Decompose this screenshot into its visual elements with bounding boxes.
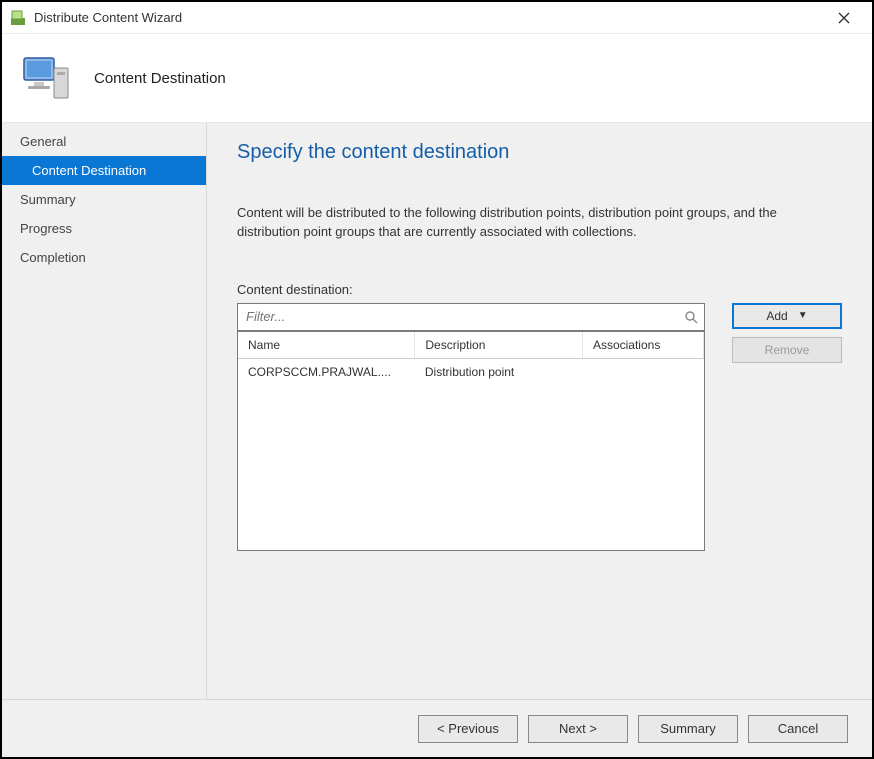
remove-button-label: Remove <box>765 343 810 357</box>
wizard-body: General Content Destination Summary Prog… <box>2 122 872 699</box>
close-button[interactable] <box>824 2 864 33</box>
wizard-window: Distribute Content Wizard Content Destin… <box>0 0 874 759</box>
next-button[interactable]: Next > <box>528 715 628 743</box>
content-heading: Specify the content destination <box>237 141 842 164</box>
cell-description: Distribution point <box>415 358 583 385</box>
table-header-row: Name Description Associations <box>238 332 704 359</box>
previous-button[interactable]: < Previous <box>418 715 518 743</box>
wizard-sidebar: General Content Destination Summary Prog… <box>2 123 207 699</box>
col-name[interactable]: Name <box>238 332 415 359</box>
cell-associations <box>582 358 703 385</box>
filter-input[interactable] <box>238 304 678 330</box>
filter-container <box>237 303 705 331</box>
search-icon[interactable] <box>678 310 704 324</box>
wizard-footer: < Previous Next > Summary Cancel <box>2 699 872 757</box>
sidebar-item-progress[interactable]: Progress <box>2 214 206 243</box>
col-associations[interactable]: Associations <box>582 332 703 359</box>
page-title: Content Destination <box>94 70 226 87</box>
cell-name: CORPSCCM.PRAJWAL.... <box>238 358 415 385</box>
content-description: Content will be distributed to the follo… <box>237 204 837 242</box>
destination-label: Content destination: <box>237 282 842 297</box>
sidebar-item-general[interactable]: General <box>2 127 206 156</box>
app-icon <box>10 10 26 26</box>
titlebar: Distribute Content Wizard <box>2 2 872 34</box>
sidebar-item-summary[interactable]: Summary <box>2 185 206 214</box>
add-button[interactable]: Add ▼ <box>732 303 842 329</box>
table-row[interactable]: CORPSCCM.PRAJWAL.... Distribution point <box>238 358 704 385</box>
summary-button[interactable]: Summary <box>638 715 738 743</box>
add-button-label: Add <box>766 309 787 323</box>
computer-icon <box>20 52 72 104</box>
wizard-content: Specify the content destination Content … <box>207 123 872 699</box>
sidebar-item-content-destination[interactable]: Content Destination <box>2 156 206 185</box>
cancel-button[interactable]: Cancel <box>748 715 848 743</box>
window-title: Distribute Content Wizard <box>34 10 182 25</box>
wizard-header: Content Destination <box>2 34 872 122</box>
destination-table: Name Description Associations CORPSCCM.P… <box>237 331 705 551</box>
remove-button: Remove <box>732 337 842 363</box>
col-description[interactable]: Description <box>415 332 583 359</box>
sidebar-item-completion[interactable]: Completion <box>2 243 206 272</box>
chevron-down-icon: ▼ <box>798 310 808 321</box>
